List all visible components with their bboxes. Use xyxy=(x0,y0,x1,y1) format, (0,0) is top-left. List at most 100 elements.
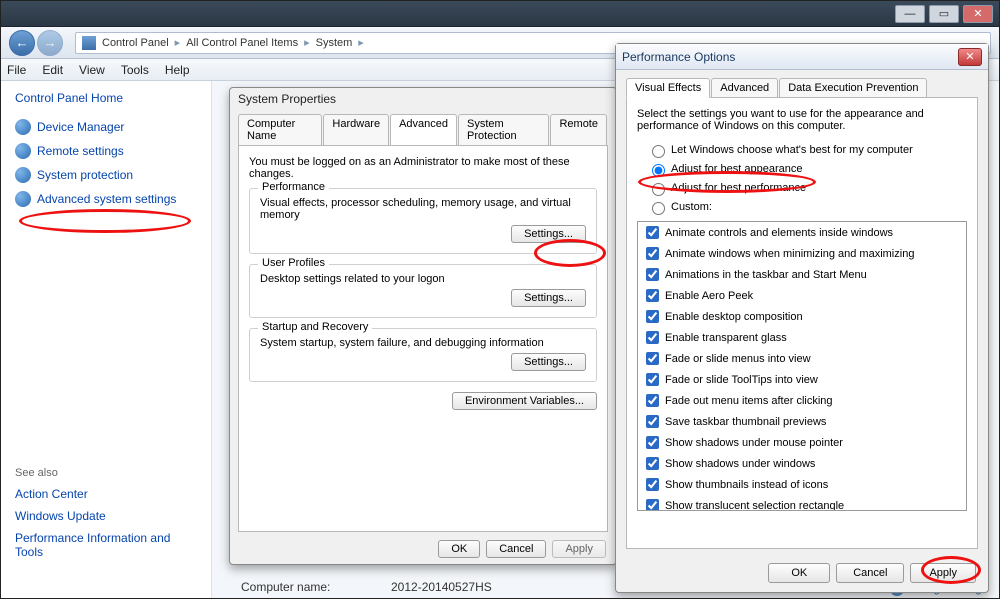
window-titlebar[interactable]: — ▭ ✕ xyxy=(1,1,999,27)
ok-button[interactable]: OK xyxy=(438,540,480,558)
checkbox[interactable] xyxy=(646,310,659,323)
checkbox[interactable] xyxy=(646,457,659,470)
sidebar-item-label: System protection xyxy=(37,168,133,182)
cancel-button[interactable]: Cancel xyxy=(486,540,546,558)
environment-variables-button[interactable]: Environment Variables... xyxy=(452,392,597,410)
visual-effect-option[interactable]: Show shadows under windows xyxy=(638,453,966,474)
menu-help[interactable]: Help xyxy=(165,63,190,77)
apply-button[interactable]: Apply xyxy=(910,563,976,583)
option-label: Animations in the taskbar and Start Menu xyxy=(665,269,867,281)
checkbox[interactable] xyxy=(646,247,659,260)
sidebar-item-label: Device Manager xyxy=(37,120,124,134)
admin-warning: You must be logged on as an Administrato… xyxy=(249,156,597,180)
radio-best-appearance[interactable]: Adjust for best appearance xyxy=(647,161,967,177)
maximize-button[interactable]: ▭ xyxy=(929,5,959,23)
breadcrumb-item[interactable]: System xyxy=(316,37,353,49)
tab-system-protection[interactable]: System Protection xyxy=(458,114,549,145)
dialog-title: Performance Options xyxy=(622,50,735,64)
option-label: Animate windows when minimizing and maxi… xyxy=(665,248,914,260)
option-label: Show translucent selection rectangle xyxy=(665,500,844,512)
tab-advanced[interactable]: Advanced xyxy=(390,114,457,145)
option-label: Fade or slide ToolTips into view xyxy=(665,374,818,386)
tabs: Computer Name Hardware Advanced System P… xyxy=(238,114,608,146)
sidebar-item-label: Remote settings xyxy=(37,144,124,158)
option-label: Show shadows under windows xyxy=(665,458,815,470)
sidebar-link-windows-update[interactable]: Windows Update xyxy=(15,509,197,523)
checkbox[interactable] xyxy=(646,331,659,344)
option-label: Enable Aero Peek xyxy=(665,290,753,302)
visual-effect-option[interactable]: Fade or slide ToolTips into view xyxy=(638,369,966,390)
performance-settings-button[interactable]: Settings... xyxy=(511,225,586,243)
sidebar-home[interactable]: Control Panel Home xyxy=(15,91,197,105)
radio-best-performance[interactable]: Adjust for best performance xyxy=(647,180,967,196)
sidebar: Control Panel Home Device Manager Remote… xyxy=(1,81,211,598)
close-button[interactable]: ✕ xyxy=(958,48,982,66)
explorer-window: — ▭ ✕ ← → Control Panel ▸ All Control Pa… xyxy=(0,0,1000,599)
menu-edit[interactable]: Edit xyxy=(42,63,63,77)
visual-effect-option[interactable]: Animate controls and elements inside win… xyxy=(638,222,966,243)
startup-recovery-settings-button[interactable]: Settings... xyxy=(511,353,586,371)
sidebar-item-remote-settings[interactable]: Remote settings xyxy=(15,143,197,159)
checkbox[interactable] xyxy=(646,499,659,511)
visual-effect-option[interactable]: Animate windows when minimizing and maxi… xyxy=(638,243,966,264)
breadcrumb-item[interactable]: All Control Panel Items xyxy=(186,37,298,49)
ok-button[interactable]: OK xyxy=(768,563,830,583)
visual-effect-option[interactable]: Animations in the taskbar and Start Menu xyxy=(638,264,966,285)
visual-effect-option[interactable]: Enable desktop composition xyxy=(638,306,966,327)
sidebar-item-advanced-system-settings[interactable]: Advanced system settings xyxy=(15,191,197,207)
user-profiles-settings-button[interactable]: Settings... xyxy=(511,289,586,307)
checkbox[interactable] xyxy=(646,373,659,386)
dialog-titlebar[interactable]: Performance Options ✕ xyxy=(616,44,988,70)
tab-dep[interactable]: Data Execution Prevention xyxy=(779,78,927,98)
breadcrumb-item[interactable]: Control Panel xyxy=(102,37,169,49)
apply-button[interactable]: Apply xyxy=(552,540,606,558)
tab-remote[interactable]: Remote xyxy=(550,114,607,145)
radio-custom[interactable]: Custom: xyxy=(647,199,967,215)
group-desc: Desktop settings related to your logon xyxy=(260,273,586,285)
sidebar-link-action-center[interactable]: Action Center xyxy=(15,487,197,501)
visual-effect-option[interactable]: Show translucent selection rectangle xyxy=(638,495,966,511)
checkbox[interactable] xyxy=(646,268,659,281)
visual-effect-option[interactable]: Show shadows under mouse pointer xyxy=(638,432,966,453)
visual-effect-option[interactable]: Enable transparent glass xyxy=(638,327,966,348)
visual-effect-option[interactable]: Save taskbar thumbnail previews xyxy=(638,411,966,432)
option-label: Show shadows under mouse pointer xyxy=(665,437,843,449)
cancel-button[interactable]: Cancel xyxy=(836,563,904,583)
shield-icon xyxy=(15,119,31,135)
option-label: Enable transparent glass xyxy=(665,332,787,344)
tab-visual-effects[interactable]: Visual Effects xyxy=(626,78,710,98)
sidebar-item-label: Advanced system settings xyxy=(37,192,176,206)
visual-effect-option[interactable]: Fade out menu items after clicking xyxy=(638,390,966,411)
tab-advanced[interactable]: Advanced xyxy=(711,78,778,98)
checkbox[interactable] xyxy=(646,394,659,407)
visual-effects-list[interactable]: Animate controls and elements inside win… xyxy=(637,221,967,511)
checkbox[interactable] xyxy=(646,226,659,239)
sidebar-item-system-protection[interactable]: System protection xyxy=(15,167,197,183)
tab-computer-name[interactable]: Computer Name xyxy=(238,114,322,145)
visual-effect-option[interactable]: Fade or slide menus into view xyxy=(638,348,966,369)
checkbox[interactable] xyxy=(646,415,659,428)
checkbox[interactable] xyxy=(646,436,659,449)
visual-effect-option[interactable]: Enable Aero Peek xyxy=(638,285,966,306)
checkbox[interactable] xyxy=(646,352,659,365)
menu-file[interactable]: File xyxy=(7,63,26,77)
menu-tools[interactable]: Tools xyxy=(121,63,149,77)
checkbox[interactable] xyxy=(646,478,659,491)
radio-let-windows-choose[interactable]: Let Windows choose what's best for my co… xyxy=(647,142,967,158)
startup-recovery-group: Startup and Recovery System startup, sys… xyxy=(249,328,597,382)
menu-view[interactable]: View xyxy=(79,63,105,77)
back-button[interactable]: ← xyxy=(9,30,35,56)
tab-hardware[interactable]: Hardware xyxy=(323,114,389,145)
visual-effect-option[interactable]: Show thumbnails instead of icons xyxy=(638,474,966,495)
forward-button[interactable]: → xyxy=(37,30,63,56)
sidebar-item-device-manager[interactable]: Device Manager xyxy=(15,119,197,135)
group-title: User Profiles xyxy=(258,257,329,269)
sidebar-link-performance-info[interactable]: Performance Information and Tools xyxy=(15,531,197,559)
intro-text: Select the settings you want to use for … xyxy=(637,108,967,132)
chevron-right-icon: ▸ xyxy=(358,36,364,49)
minimize-button[interactable]: — xyxy=(895,5,925,23)
shield-icon xyxy=(15,191,31,207)
group-desc: System startup, system failure, and debu… xyxy=(260,337,586,349)
checkbox[interactable] xyxy=(646,289,659,302)
close-button[interactable]: ✕ xyxy=(963,5,993,23)
